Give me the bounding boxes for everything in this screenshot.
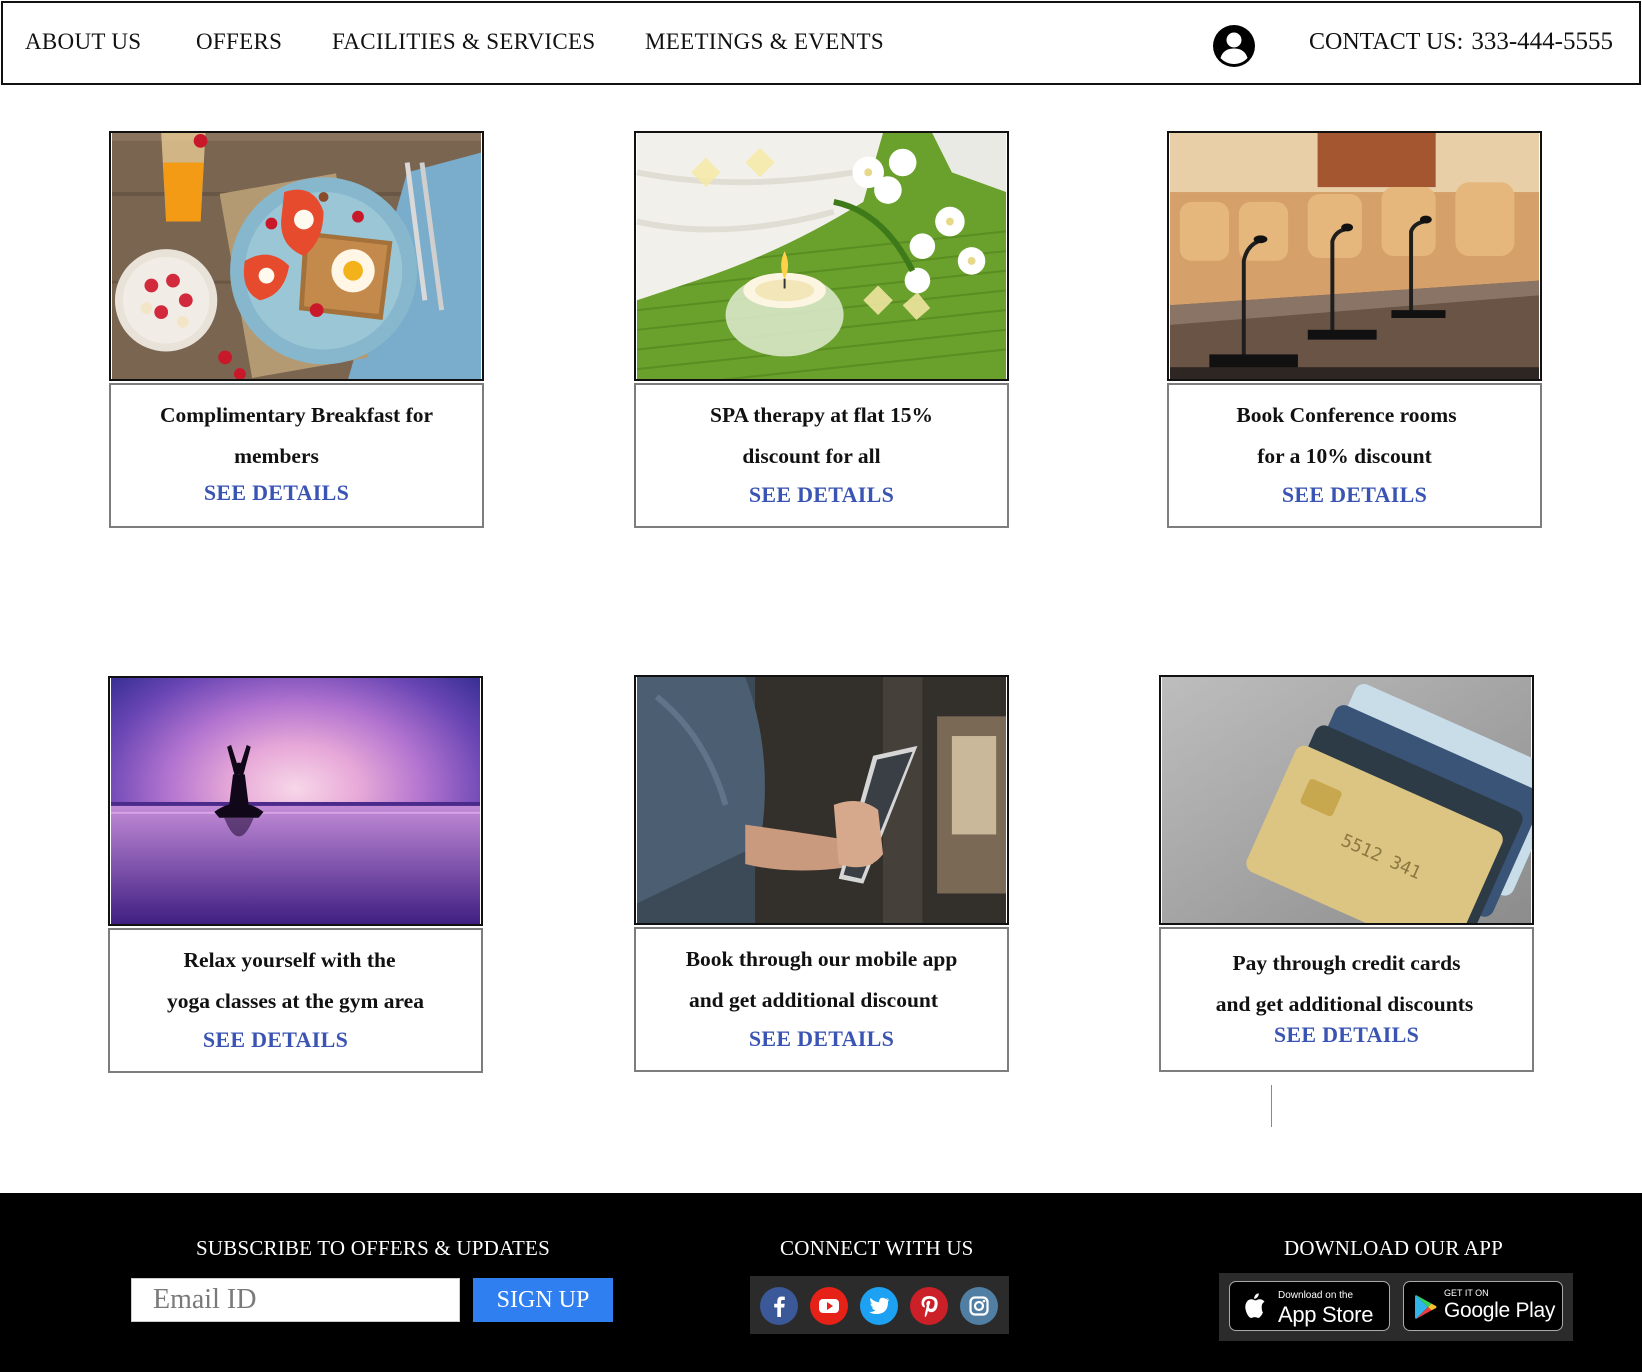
offer-description: Relax yourself with the yoga classes at … — [110, 930, 481, 1022]
facebook-icon[interactable] — [760, 1287, 798, 1325]
apple-icon — [1245, 1293, 1265, 1318]
account-circle-icon[interactable] — [1212, 24, 1256, 68]
offer-text-line: SPA therapy at flat 15% — [710, 403, 933, 427]
google-play-label: Google Play — [1444, 1299, 1556, 1322]
app-store-links: Download on the App Store GET IT ON Goog… — [1219, 1273, 1573, 1341]
offer-card: 5512 341 Pay through credit cards and ge… — [1159, 675, 1534, 1072]
nav-about-us[interactable]: ABOUT US — [25, 29, 141, 55]
offer-text-line: yoga classes at the gym area — [167, 989, 424, 1013]
nav-meetings-events[interactable]: MEETINGS & EVENTS — [645, 29, 884, 55]
offer-text-line: members — [234, 444, 319, 468]
offer-card: Book through our mobile app and get addi… — [634, 675, 1009, 1072]
nav-offers[interactable]: OFFERS — [196, 29, 282, 55]
google-play-small-text: GET IT ON — [1444, 1288, 1489, 1298]
offer-text-line: Book through our mobile app — [685, 947, 958, 971]
instagram-icon[interactable] — [960, 1287, 998, 1325]
offer-description: SPA therapy at flat 15% discount for all — [636, 385, 1007, 477]
see-details-link[interactable]: SEE DETAILS — [70, 1027, 481, 1053]
offer-description: Book through our mobile app and get addi… — [636, 929, 1007, 1021]
see-details-link[interactable]: SEE DETAILS — [1169, 482, 1540, 508]
contact-info: CONTACT US: 333-444-5555 — [1309, 28, 1613, 56]
vertical-divider — [1271, 1085, 1272, 1127]
spa-candle-photo — [634, 131, 1009, 381]
google-play-badge[interactable]: GET IT ON Google Play — [1403, 1281, 1563, 1331]
contact-label: CONTACT US: — [1309, 29, 1464, 55]
top-navigation: ABOUT US OFFERS FACILITIES & SERVICES ME… — [1, 1, 1641, 85]
subscribe-heading: SUBSCRIBE TO OFFERS & UPDATES — [196, 1236, 550, 1260]
nav-facilities-services[interactable]: FACILITIES & SERVICES — [332, 29, 595, 55]
offer-text-line: Relax yourself with the — [183, 948, 396, 972]
offer-card-body: Book Conference rooms for a 10% discount… — [1167, 383, 1542, 528]
offer-card: SPA therapy at flat 15% discount for all… — [634, 131, 1009, 528]
offer-text-line: Book Conference rooms — [1236, 403, 1457, 427]
offer-card-body: Relax yourself with the yoga classes at … — [108, 928, 483, 1073]
offer-text-line: and get additional discounts — [1215, 992, 1474, 1016]
connect-heading: CONNECT WITH US — [780, 1236, 974, 1260]
offer-text-line: discount for all — [742, 444, 881, 468]
offer-card: Complimentary Breakfast for members SEE … — [109, 131, 484, 528]
offer-card: Book Conference rooms for a 10% discount… — [1167, 131, 1542, 528]
app-store-label: App Store — [1278, 1302, 1374, 1327]
twitter-icon[interactable] — [860, 1287, 898, 1325]
email-input[interactable] — [131, 1278, 460, 1322]
offer-text-line: Pay through credit cards — [1232, 951, 1461, 975]
offer-description: Pay through credit cards and get additio… — [1161, 929, 1532, 1025]
offer-card-body: Complimentary Breakfast for members SEE … — [109, 383, 484, 528]
see-details-link[interactable]: SEE DETAILS — [1161, 1022, 1532, 1048]
offer-text-line: Complimentary Breakfast for — [159, 403, 434, 427]
footer: SUBSCRIBE TO OFFERS & UPDATES SIGN UP CO… — [0, 1193, 1642, 1372]
offer-description: Book Conference rooms for a 10% discount — [1169, 385, 1540, 477]
see-details-link[interactable]: SEE DETAILS — [636, 482, 1007, 508]
offer-text-line: for a 10% discount — [1257, 444, 1432, 468]
see-details-link[interactable]: SEE DETAILS — [71, 480, 482, 506]
download-heading: DOWNLOAD OUR APP — [1284, 1236, 1504, 1260]
offer-card-body: Book through our mobile app and get addi… — [634, 927, 1009, 1072]
contact-phone[interactable]: 333-444-5555 — [1471, 28, 1613, 55]
breakfast-photo — [109, 131, 484, 381]
mobile-phone-photo — [634, 675, 1009, 925]
credit-cards-photo: 5512 341 — [1159, 675, 1534, 925]
social-links — [750, 1276, 1009, 1334]
offer-card-body: SPA therapy at flat 15% discount for all… — [634, 383, 1009, 528]
offer-text-line: and get additional discount — [688, 988, 939, 1012]
youtube-icon[interactable] — [810, 1287, 848, 1325]
pinterest-icon[interactable] — [910, 1287, 948, 1325]
offer-card-body: Pay through credit cards and get additio… — [1159, 927, 1534, 1072]
see-details-link[interactable]: SEE DETAILS — [636, 1026, 1007, 1052]
google-play-icon — [1415, 1295, 1437, 1319]
offer-description: Complimentary Breakfast for members — [111, 385, 482, 477]
app-store-badge[interactable]: Download on the App Store — [1229, 1281, 1390, 1331]
sign-up-button[interactable]: SIGN UP — [473, 1278, 613, 1322]
yoga-sunset-photo — [108, 676, 483, 926]
offer-card: Relax yourself with the yoga classes at … — [108, 676, 483, 1073]
conference-room-photo — [1167, 131, 1542, 381]
app-store-small-text: Download on the — [1278, 1290, 1354, 1301]
